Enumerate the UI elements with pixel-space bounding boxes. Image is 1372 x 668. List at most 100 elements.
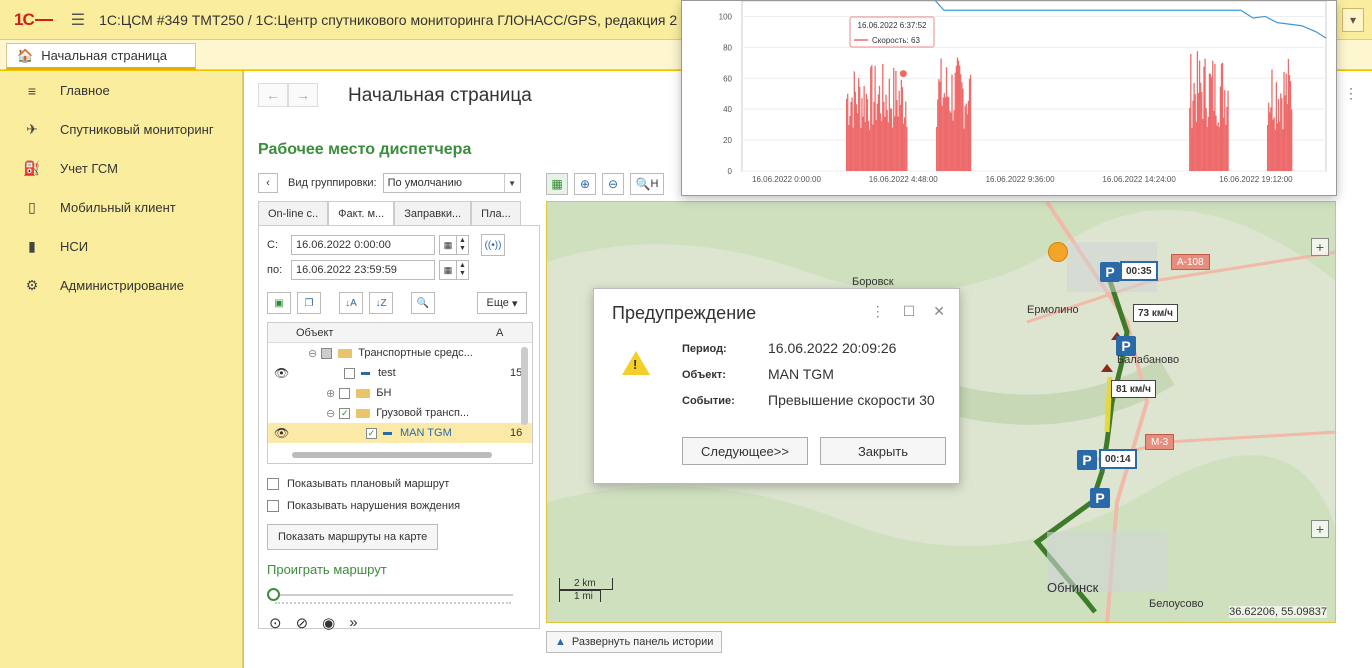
road-label: М-3 (1145, 434, 1175, 450)
more-button[interactable]: Еще ▾ (477, 292, 527, 314)
vehicle-icon (361, 371, 370, 375)
spinner-icon[interactable]: ▲ ▼ (457, 260, 469, 280)
app-logo[interactable]: 1С (14, 10, 53, 30)
slider-handle[interactable] (267, 588, 280, 601)
page-title: Начальная страница (348, 85, 532, 106)
sidebar-item-admin[interactable]: ⚙ Администрирование (0, 266, 242, 305)
vehicle-icon (383, 431, 392, 435)
vertical-scrollbar[interactable] (521, 347, 528, 425)
filter-icon[interactable]: ▾ (1342, 8, 1364, 32)
calendar-icon[interactable]: ▦ (439, 260, 457, 280)
sidebar-item-main[interactable]: ≡ Главное (0, 71, 242, 110)
to-date-input[interactable]: 16.06.2022 23:59:59 (291, 260, 435, 280)
object-value: MAN TGM (768, 366, 834, 382)
grouping-value: По умолчанию (387, 177, 463, 189)
checkbox[interactable]: ✓ (366, 427, 377, 439)
zoom-in-icon[interactable]: ⊕ (574, 173, 596, 195)
tree-row[interactable]: ⊖ Транспортные средс... (268, 343, 532, 363)
map-scale: 2 km 1 mi (559, 578, 613, 602)
zoom-plus-icon[interactable]: + (1311, 238, 1329, 256)
eye-icon[interactable]: 👁 (274, 426, 289, 440)
home-icon: 🏠 (17, 47, 34, 63)
forward-button[interactable]: → (288, 83, 318, 107)
zoom-out-icon[interactable]: ⊖ (602, 173, 624, 195)
sort-desc-icon[interactable]: ↓Z (369, 292, 393, 314)
calendar-icon[interactable]: ▦ (439, 235, 457, 255)
show-routes-button[interactable]: Показать маршруты на карте (267, 524, 439, 550)
spinner-icon[interactable]: ▲ ▼ (457, 235, 469, 255)
chart-y-tick-label: 80 (723, 43, 732, 52)
tree-row-selected[interactable]: 👁 ✓ MAN TGM 16 (268, 423, 532, 443)
checkbox[interactable] (267, 500, 279, 512)
checkbox[interactable] (321, 347, 333, 359)
tab-plan[interactable]: Пла... (471, 201, 521, 225)
parking-icon[interactable]: P (1077, 450, 1097, 470)
close-button[interactable]: Закрыть (820, 437, 946, 465)
play-icon[interactable]: ⊙ (269, 614, 282, 632)
from-date-input[interactable]: 16.06.2022 0:00:00 (291, 235, 435, 255)
checkbox[interactable] (267, 478, 279, 490)
close-icon[interactable]: ✕ (933, 303, 945, 320)
fast-forward-icon[interactable]: » (349, 614, 357, 632)
grouping-select[interactable]: По умолчанию ▼ (382, 173, 521, 193)
more-icon[interactable]: ⋮ (871, 303, 885, 320)
live-tracking-icon[interactable]: ((•)) (481, 234, 505, 256)
left-panel: С: 16.06.2022 0:00:00 ▦ ▲ ▼ ((•)) по: 16.… (258, 225, 540, 632)
parking-icon[interactable]: P (1090, 488, 1110, 508)
tree-col-object: Объект (296, 326, 334, 339)
stop-icon[interactable]: ◉ (322, 614, 335, 632)
horizontal-scrollbar[interactable] (292, 452, 492, 458)
parking-icon[interactable]: P (1116, 336, 1136, 356)
more-actions-icon[interactable]: ⋮ (1344, 85, 1358, 102)
parking-time: 00:35 (1120, 261, 1158, 281)
show-violations-row[interactable]: Показывать нарушения вождения (267, 500, 460, 512)
tab-refuel[interactable]: Заправки... (394, 201, 472, 225)
speed-label: 81 км/ч (1111, 380, 1156, 398)
period-value: 16.06.2022 20:09:26 (768, 340, 897, 356)
checkbox[interactable]: ✓ (339, 407, 351, 419)
parking-icon[interactable]: P (1100, 262, 1120, 282)
search-icon[interactable]: 🔍 (411, 292, 435, 314)
expand-history-button[interactable]: ▲ Развернуть панель истории (546, 631, 723, 653)
checkbox[interactable] (339, 387, 351, 399)
map-layer-icon[interactable]: ▦ (546, 173, 568, 195)
zoom-plus-icon[interactable]: + (1311, 520, 1329, 538)
tree-row[interactable]: ⊕ БН (268, 383, 532, 403)
from-label: С: (267, 239, 278, 251)
checkbox[interactable] (344, 367, 355, 379)
sort-asc-icon[interactable]: ↓A (339, 292, 363, 314)
place-label: Белоусово (1149, 598, 1204, 610)
sidebar-item-mobile[interactable]: ▯ Мобильный клиент (0, 188, 242, 227)
place-label: Балабаново (1117, 354, 1180, 366)
next-button[interactable]: Следующее>> (682, 437, 808, 465)
grouping-row: ‹ Вид группировки: По умолчанию ▼ (258, 173, 521, 193)
copy-icon[interactable]: ❐ (297, 292, 321, 314)
tree-row[interactable]: 👁 test 15 (268, 363, 532, 383)
collapse-panel-button[interactable]: ‹ (258, 173, 278, 193)
pause-icon[interactable]: ⊘ (296, 614, 309, 632)
play-route-title: Проиграть маршрут (267, 562, 387, 577)
tree-row[interactable]: ⊖ ✓ Грузовой трансп... (268, 403, 532, 423)
parking-time: 00:14 (1099, 449, 1137, 469)
tab-online[interactable]: On-line с.. (258, 201, 329, 225)
sidebar-item-fuel[interactable]: ⛽ Учет ГСМ (0, 149, 242, 188)
slider-ticks (275, 602, 511, 604)
tab-fact[interactable]: Факт. м... (328, 201, 395, 225)
slider-track[interactable] (273, 594, 513, 596)
tab-home[interactable]: 🏠 Начальная страница (6, 43, 196, 70)
object-tree: Объект А ⊖ Транспортные средс... 👁 test … (267, 322, 533, 464)
sidebar-item-satellite[interactable]: ✈ Спутниковый мониторинг (0, 110, 242, 149)
period-label: Период: (682, 343, 727, 355)
folder-icon (356, 408, 371, 418)
place-label: Ермолино (1027, 304, 1079, 316)
hamburger-menu-icon[interactable]: ☰ (71, 10, 85, 30)
back-button[interactable]: ← (258, 83, 288, 107)
map-search-button[interactable]: 🔍 Н (630, 173, 664, 195)
vehicle-marker[interactable] (1048, 242, 1068, 262)
warning-mark: ! (633, 357, 638, 372)
check-all-icon[interactable]: ▣ (267, 292, 291, 314)
show-planned-route-row[interactable]: Показывать плановый маршрут (267, 478, 449, 490)
eye-icon[interactable]: 👁 (274, 366, 289, 380)
maximize-icon[interactable]: ☐ (903, 303, 916, 320)
sidebar-item-nsi[interactable]: ▮ НСИ (0, 227, 242, 266)
